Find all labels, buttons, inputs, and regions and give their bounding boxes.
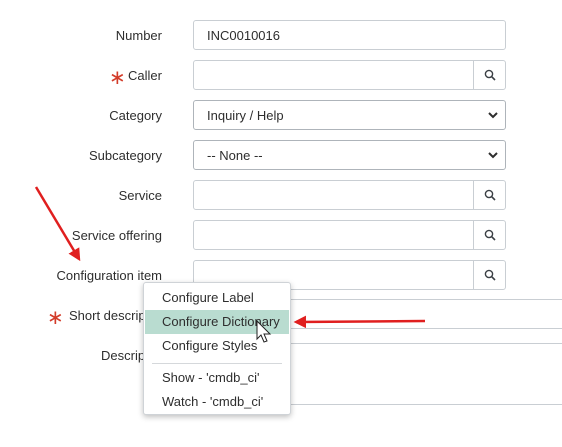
caller-lookup-button[interactable] <box>473 61 505 89</box>
label-context-menu: Configure Label Configure Dictionary Con… <box>143 282 291 415</box>
menu-item-configure-styles[interactable]: Configure Styles <box>145 334 289 358</box>
magnifier-icon <box>484 229 496 241</box>
description-label: Descrip <box>101 348 146 363</box>
category-label: Category <box>109 108 162 123</box>
service-field[interactable] <box>193 180 506 210</box>
category-select[interactable]: Inquiry / Help <box>193 100 506 130</box>
subcategory-label: Subcategory <box>89 148 162 163</box>
chevron-down-icon <box>488 112 498 119</box>
short-description-label: Short descrip <box>69 308 146 323</box>
caller-label: Caller <box>128 68 162 83</box>
subcategory-select[interactable]: -- None -- <box>193 140 506 170</box>
service-lookup-button[interactable] <box>473 181 505 209</box>
magnifier-icon <box>484 69 496 81</box>
magnifier-icon <box>484 189 496 201</box>
short-description-required-asterisk-icon: ∗ <box>47 307 64 329</box>
service-offering-field[interactable] <box>193 220 506 250</box>
configuration-item-lookup-button[interactable] <box>473 261 505 289</box>
category-value: Inquiry / Help <box>207 108 284 123</box>
number-field[interactable]: INC0010016 <box>193 20 506 50</box>
magnifier-icon <box>484 269 496 281</box>
number-label: Number <box>115 28 162 43</box>
menu-item-watch-cmdb-ci[interactable]: Watch - 'cmdb_ci' <box>145 390 289 414</box>
menu-item-configure-label[interactable]: Configure Label <box>145 286 289 310</box>
service-offering-label: Service offering <box>71 228 162 243</box>
menu-item-configure-dictionary[interactable]: Configure Dictionary <box>145 310 289 334</box>
caller-field[interactable] <box>193 60 506 90</box>
incident-form: Number INC0010016 ∗ Caller Category Inqu… <box>0 0 562 447</box>
service-offering-lookup-button[interactable] <box>473 221 505 249</box>
red-arrow-icon <box>34 186 81 262</box>
chevron-down-icon <box>488 152 498 159</box>
subcategory-value: -- None -- <box>207 148 263 163</box>
service-label: Service <box>118 188 162 203</box>
caller-required-asterisk-icon: ∗ <box>109 67 126 89</box>
number-value: INC0010016 <box>207 28 280 43</box>
menu-item-show-cmdb-ci[interactable]: Show - 'cmdb_ci' <box>145 366 289 390</box>
menu-separator <box>152 363 282 364</box>
